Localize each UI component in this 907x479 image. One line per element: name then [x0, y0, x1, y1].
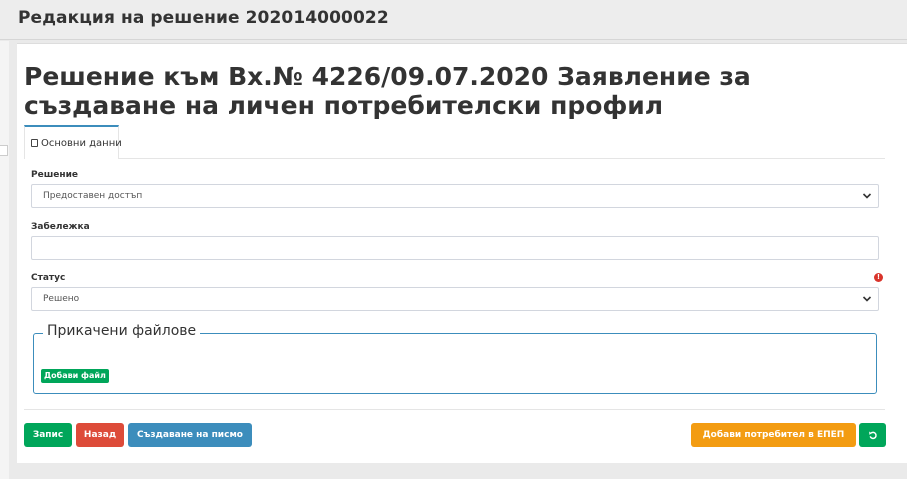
tabs-divider — [24, 158, 885, 159]
note-input[interactable] — [31, 236, 879, 260]
status-select-value: Решено — [43, 294, 80, 304]
database-icon — [31, 139, 38, 147]
decision-label: Решение — [31, 170, 78, 180]
window-title: Редакция на решение 202014000022 — [18, 8, 389, 28]
page-title: Решение към Вх.№ 4226/09.07.2020 Заявлен… — [24, 62, 751, 120]
required-error-icon: ! — [874, 273, 883, 282]
status-select[interactable]: Решено — [31, 287, 879, 311]
tab-basic-data[interactable]: Основни данни — [24, 125, 122, 159]
tab-basic-data-label: Основни данни — [41, 138, 122, 149]
attachments-fieldset — [33, 333, 877, 394]
chevron-down-icon — [862, 296, 872, 302]
top-bar: Редакция на решение 202014000022 — [0, 0, 907, 40]
undo-button[interactable] — [859, 423, 886, 447]
save-button[interactable]: Запис — [24, 423, 72, 447]
chevron-down-icon — [862, 193, 872, 199]
decision-select-value: Предоставен достъп — [43, 191, 143, 201]
attachments-legend: Прикачени файлове — [43, 323, 201, 339]
back-button[interactable]: Назад — [76, 423, 124, 447]
add-user-epep-button[interactable]: Добави потребител в ЕПЕП — [691, 423, 856, 447]
create-letter-button[interactable]: Създаване на писмо — [128, 423, 252, 447]
left-strip — [0, 41, 9, 479]
add-file-button[interactable]: Добави файл — [41, 369, 109, 383]
status-label: Статус — [31, 273, 66, 283]
decision-select[interactable]: Предоставен достъп — [31, 184, 879, 208]
sidebar-toggle[interactable] — [0, 145, 8, 156]
actions-divider — [24, 409, 885, 410]
undo-icon — [868, 431, 877, 440]
note-label: Забележка — [31, 222, 90, 232]
